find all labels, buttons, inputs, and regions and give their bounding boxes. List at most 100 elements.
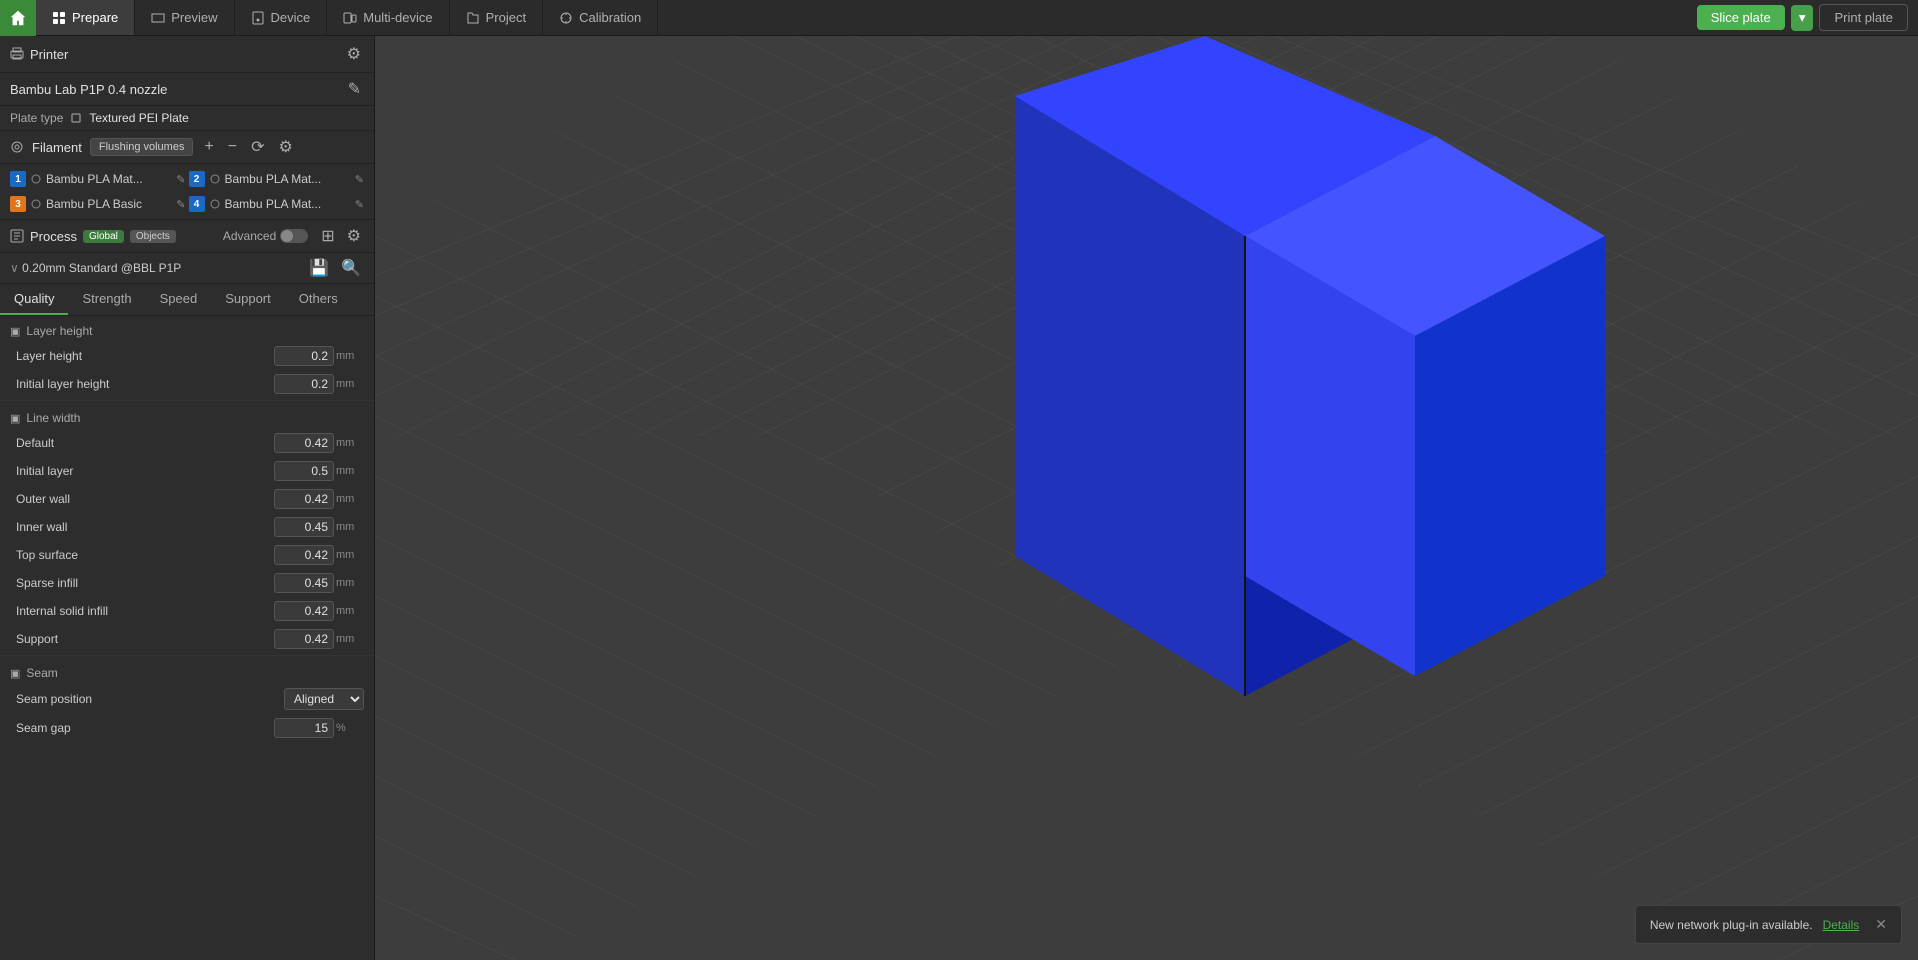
default-input[interactable] bbox=[274, 433, 334, 453]
layer-height-input[interactable] bbox=[274, 346, 334, 366]
tab-preview[interactable]: Preview bbox=[135, 0, 234, 35]
support-input[interactable] bbox=[274, 629, 334, 649]
seam-position-row: Seam position Aligned Nearest Random bbox=[0, 684, 374, 714]
inner-wall-unit: mm bbox=[336, 521, 364, 533]
filament-edit-4[interactable]: ✎ bbox=[355, 198, 364, 211]
divider-1 bbox=[0, 400, 374, 401]
filament-sync-button[interactable]: ⟳ bbox=[248, 137, 267, 157]
seam-gap-row: Seam gap % bbox=[0, 714, 374, 742]
print-plate-button[interactable]: Print plate bbox=[1819, 4, 1908, 31]
printer-edit-button[interactable]: ✎ bbox=[345, 79, 364, 99]
initial-layer-label: Initial layer bbox=[16, 464, 274, 478]
filament-name-2: Bambu PLA Mat... bbox=[225, 172, 350, 186]
seam-gap-input[interactable] bbox=[274, 718, 334, 738]
badge-objects[interactable]: Objects bbox=[130, 230, 176, 243]
seam-position-select[interactable]: Aligned Nearest Random bbox=[284, 688, 364, 710]
sparse-infill-unit: mm bbox=[336, 577, 364, 589]
topbar-right: Slice plate ▾ Print plate bbox=[1697, 4, 1918, 31]
slice-plate-dropdown[interactable]: ▾ bbox=[1791, 5, 1814, 31]
profile-name-text: 0.20mm Standard @BBL P1P bbox=[22, 261, 181, 275]
sparse-infill-input[interactable] bbox=[274, 573, 334, 593]
tab-strength-label: Strength bbox=[82, 291, 131, 306]
initial-layer-input-wrap: mm bbox=[274, 461, 364, 481]
slice-plate-label: Slice plate bbox=[1711, 10, 1771, 25]
initial-layer-height-label: Initial layer height bbox=[16, 377, 274, 391]
notification-text: New network plug-in available. bbox=[1650, 918, 1813, 932]
filament-item-3: 3 Bambu PLA Basic ✎ bbox=[10, 193, 186, 215]
filament-settings-button[interactable]: ⚙ bbox=[276, 137, 296, 157]
outer-wall-input-wrap: mm bbox=[274, 489, 364, 509]
advanced-toggle[interactable] bbox=[280, 229, 308, 243]
profile-save-button[interactable]: 💾 bbox=[306, 258, 332, 278]
viewport-svg bbox=[375, 36, 1918, 960]
default-input-wrap: mm bbox=[274, 433, 364, 453]
filament-type-icon-4 bbox=[210, 199, 220, 209]
filament-type-icon-3 bbox=[31, 199, 41, 209]
tab-device[interactable]: Device bbox=[235, 0, 328, 35]
line-width-group-icon: ▣ bbox=[10, 412, 20, 425]
layer-height-group-label: Layer height bbox=[26, 324, 92, 338]
tab-calibration-label: Calibration bbox=[579, 10, 641, 25]
tab-support-label: Support bbox=[225, 291, 271, 306]
printer-title: Printer bbox=[10, 47, 68, 62]
preview-icon bbox=[151, 11, 165, 25]
internal-solid-infill-input-wrap: mm bbox=[274, 601, 364, 621]
filament-section-header: Filament Flushing volumes + − ⟳ ⚙ bbox=[0, 131, 374, 164]
tab-prepare[interactable]: Prepare bbox=[36, 0, 135, 35]
layer-height-label: Layer height bbox=[16, 349, 274, 363]
filament-badge-3: 3 bbox=[10, 196, 26, 212]
filament-add-button[interactable]: + bbox=[201, 138, 216, 156]
inner-wall-input[interactable] bbox=[274, 517, 334, 537]
filament-edit-2[interactable]: ✎ bbox=[355, 173, 364, 186]
filament-edit-3[interactable]: ✎ bbox=[176, 198, 185, 211]
outer-wall-input[interactable] bbox=[274, 489, 334, 509]
process-icon bbox=[10, 229, 24, 243]
tab-speed-label: Speed bbox=[160, 291, 198, 306]
tab-support[interactable]: Support bbox=[211, 284, 285, 315]
notification-close-button[interactable]: ✕ bbox=[1875, 916, 1887, 933]
tab-multi-device[interactable]: Multi-device bbox=[327, 0, 449, 35]
sparse-infill-input-wrap: mm bbox=[274, 573, 364, 593]
badge-global[interactable]: Global bbox=[83, 230, 124, 243]
filament-edit-1[interactable]: ✎ bbox=[176, 173, 185, 186]
flushing-volumes-button[interactable]: Flushing volumes bbox=[90, 138, 194, 156]
initial-layer-height-input[interactable] bbox=[274, 374, 334, 394]
layer-height-input-wrap: mm bbox=[274, 346, 364, 366]
initial-layer-input[interactable] bbox=[274, 461, 334, 481]
home-icon bbox=[9, 9, 27, 27]
divider-2 bbox=[0, 655, 374, 656]
process-settings-button[interactable]: ⚙ bbox=[344, 226, 364, 246]
filament-item-4: 4 Bambu PLA Mat... ✎ bbox=[189, 193, 365, 215]
internal-solid-infill-input[interactable] bbox=[274, 601, 334, 621]
slice-plate-button[interactable]: Slice plate bbox=[1697, 5, 1785, 30]
tab-multi-device-label: Multi-device bbox=[363, 10, 432, 25]
printer-title-label: Printer bbox=[30, 47, 68, 62]
canvas-area: New network plug-in available. Details ✕ bbox=[375, 36, 1918, 960]
top-surface-input[interactable] bbox=[274, 545, 334, 565]
project-icon bbox=[466, 11, 480, 25]
filament-grid: 1 Bambu PLA Mat... ✎ 2 Bambu PLA Mat... … bbox=[0, 164, 374, 220]
profile-search-button[interactable]: 🔍 bbox=[338, 258, 364, 278]
seam-gap-unit: % bbox=[336, 722, 364, 734]
notification-details-link[interactable]: Details bbox=[1823, 918, 1860, 932]
tab-quality[interactable]: Quality bbox=[0, 284, 68, 315]
initial-layer-height-unit: mm bbox=[336, 378, 364, 390]
home-button[interactable] bbox=[0, 0, 36, 36]
tab-others[interactable]: Others bbox=[285, 284, 352, 315]
tab-strength[interactable]: Strength bbox=[68, 284, 145, 315]
filament-name-4: Bambu PLA Mat... bbox=[225, 197, 350, 211]
tab-speed[interactable]: Speed bbox=[146, 284, 212, 315]
tab-calibration[interactable]: Calibration bbox=[543, 0, 658, 35]
main-layout: Printer ⚙ Bambu Lab P1P 0.4 nozzle ✎ Pla… bbox=[0, 36, 1918, 960]
notification-panel: New network plug-in available. Details ✕ bbox=[1635, 905, 1902, 944]
inner-wall-label: Inner wall bbox=[16, 520, 274, 534]
tab-project[interactable]: Project bbox=[450, 0, 543, 35]
quality-tabs: Quality Strength Speed Support Others bbox=[0, 284, 374, 316]
device-icon bbox=[251, 11, 265, 25]
tab-prepare-label: Prepare bbox=[72, 10, 118, 25]
support-input-wrap: mm bbox=[274, 629, 364, 649]
filament-remove-button[interactable]: − bbox=[225, 138, 240, 156]
printer-settings-button[interactable]: ⚙ bbox=[344, 44, 364, 64]
process-grid-button[interactable]: ⊞ bbox=[318, 226, 337, 246]
filament-type-icon-1 bbox=[31, 174, 41, 184]
